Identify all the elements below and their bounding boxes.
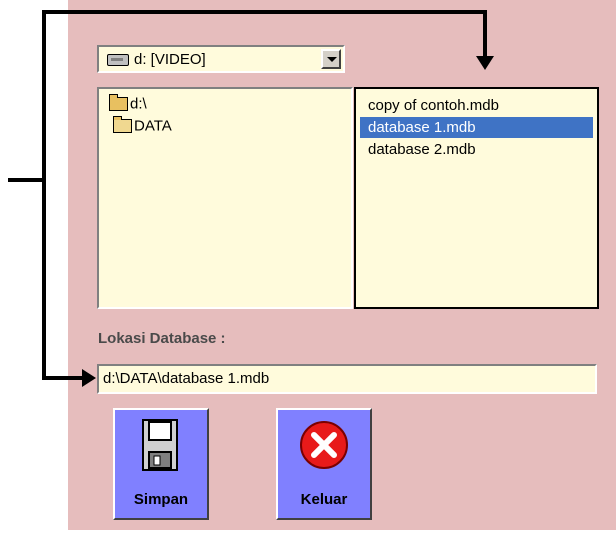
annotation-arrows [8, 10, 494, 387]
arrow-right-icon [82, 369, 96, 387]
arrow-down-icon [476, 56, 494, 70]
